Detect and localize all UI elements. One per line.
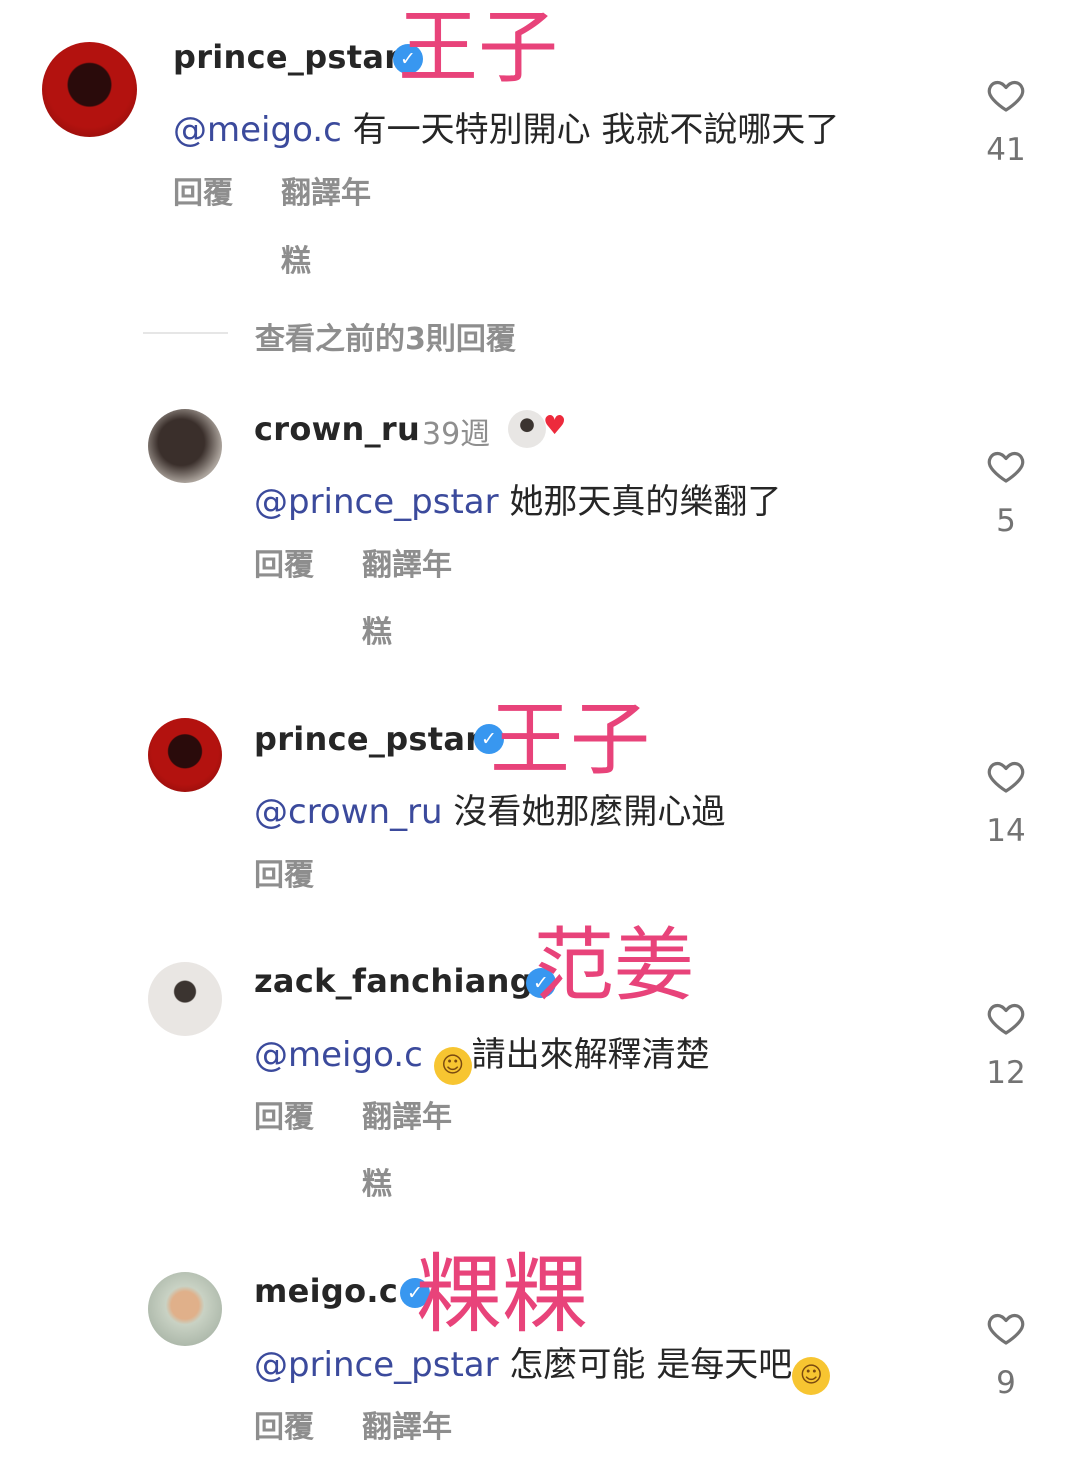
heart-outline-icon[interactable] (986, 756, 1026, 796)
reply-button[interactable]: 回覆 (254, 1092, 314, 1136)
avatar[interactable] (148, 962, 222, 1036)
slightly-smiling-face-emoji: ☺ (433, 1047, 472, 1085)
heart-outline-icon[interactable] (986, 1308, 1026, 1348)
reply-button[interactable]: 回覆 (254, 540, 314, 584)
mention-link[interactable]: @meigo.c (254, 1035, 423, 1075)
comment-text: @meigo.c 有一天特別開心 我就不說哪天了 (173, 110, 840, 150)
author-liked-avatar (508, 410, 546, 448)
like-count: 12 (986, 1055, 1026, 1091)
mention-link[interactable]: @prince_pstar (254, 1345, 499, 1385)
like-count: 5 (996, 503, 1016, 539)
smiling-face-emoji: ☺ (792, 1357, 831, 1395)
divider (143, 332, 228, 334)
mention-link[interactable]: @crown_ru (254, 792, 443, 832)
heart-outline-icon[interactable] (986, 446, 1026, 486)
like-count: 14 (986, 813, 1026, 849)
username[interactable]: prince_pstar (254, 720, 481, 758)
reply-button[interactable]: 回覆 (254, 1402, 314, 1446)
view-previous-replies[interactable]: 查看之前的3則回覆 (255, 314, 516, 358)
avatar[interactable] (148, 718, 222, 792)
translate-button[interactable]: 翻譯年 (281, 168, 371, 212)
avatar[interactable] (148, 1272, 222, 1346)
reply-button[interactable]: 回覆 (173, 168, 233, 212)
comment-text: @prince_pstar 她那天真的樂翻了 (254, 482, 782, 522)
reply-button[interactable]: 回覆 (254, 850, 314, 894)
comment-text: @prince_pstar 怎麼可能 是每天吧 ☺ (254, 1337, 831, 1395)
comment-text: @meigo.c ☺ 請出來解釋清楚 (254, 1027, 710, 1085)
username[interactable]: meigo.c (254, 1272, 398, 1310)
name-overlay: 王子 (490, 693, 650, 786)
mention-link[interactable]: @meigo.c (173, 110, 342, 150)
avatar[interactable] (148, 409, 222, 483)
translate-button-wrap[interactable]: 糕 (362, 1159, 392, 1203)
translate-button[interactable]: 翻譯年 (362, 1402, 452, 1446)
name-overlay: 王子 (398, 1, 558, 94)
heart-outline-icon[interactable] (986, 75, 1026, 115)
heart-outline-icon[interactable] (986, 998, 1026, 1038)
comment-text: @crown_ru 沒看她那麼開心過 (254, 792, 726, 832)
name-overlay: 粿粿 (416, 1245, 588, 1345)
username[interactable]: crown_ru (254, 410, 420, 448)
liked-heart-icon: ♥ (543, 411, 567, 441)
like-count: 9 (996, 1365, 1016, 1401)
username[interactable]: prince_pstar (173, 38, 400, 76)
translate-button[interactable]: 翻譯年 (362, 540, 452, 584)
mention-link[interactable]: @prince_pstar (254, 482, 499, 522)
timestamp: 39週 (422, 417, 491, 452)
name-overlay: 范姜 (534, 919, 694, 1012)
username[interactable]: zack_fanchiang (254, 962, 533, 1000)
translate-button-wrap[interactable]: 糕 (281, 236, 311, 280)
like-count: 41 (986, 132, 1026, 168)
avatar[interactable] (42, 42, 137, 137)
translate-button[interactable]: 翻譯年 (362, 1092, 452, 1136)
translate-button-wrap[interactable]: 糕 (362, 607, 392, 651)
